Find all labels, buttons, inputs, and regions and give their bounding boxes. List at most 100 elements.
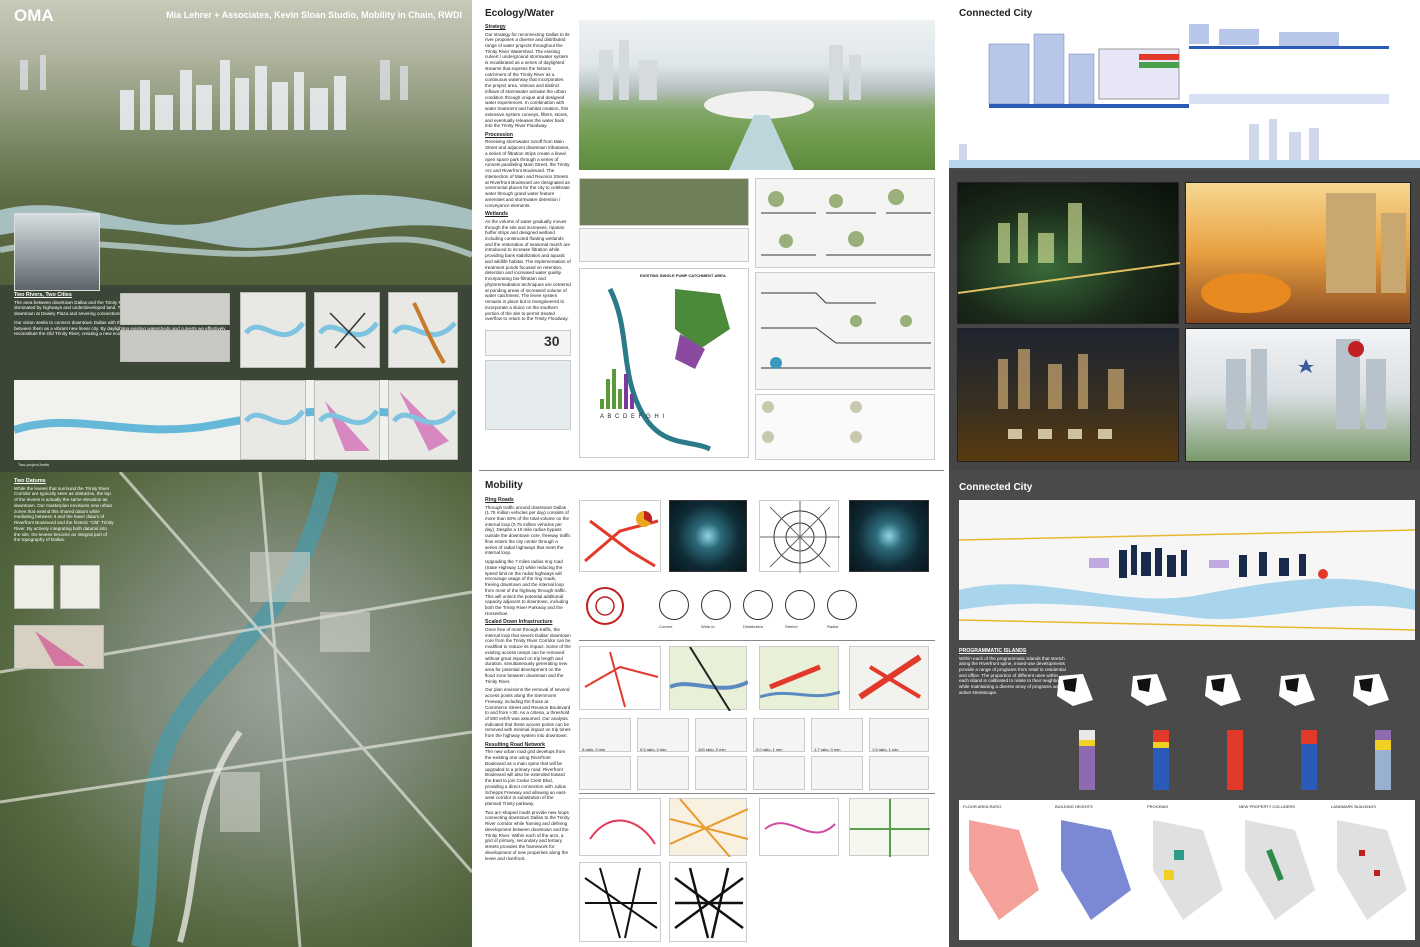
ring-label-5: Radial <box>827 624 839 629</box>
scale-label-4: 2.0 ratio, 1 min <box>756 747 783 752</box>
two-datums-heading: Two Datums <box>14 478 46 484</box>
scale-grid-11 <box>811 756 863 790</box>
sketch-map-1 <box>120 293 230 325</box>
scale-grid-7 <box>579 756 631 790</box>
ring-roads-heading: Ring Roads <box>485 497 514 503</box>
island-plan-3 <box>1205 674 1241 706</box>
program-bar-5 <box>1375 730 1391 790</box>
analysis-maps: FLOOR AREA RATIO BUILDING HEIGHTS PROGRA… <box>959 800 1415 940</box>
resulting-body2: Two arc-shaped roads provide new loops c… <box>485 809 570 861</box>
colliders-label: NEW PROPERTY COLLIDERS <box>1239 804 1296 809</box>
scaled-down-heading: Scaled Down Infrastructure <box>485 619 553 626</box>
connected-city-title-top: Connected City <box>959 8 1033 19</box>
chart-letters: A B C D E F G H I <box>600 414 666 420</box>
scale-label-5: 1.7 ratio, 0 min <box>814 747 841 752</box>
sketch-map-2 <box>120 330 230 362</box>
scale-grid-12 <box>869 756 929 790</box>
scale-grid-10 <box>753 756 805 790</box>
wetlands-heading: Wetlands <box>485 211 508 218</box>
scale-label-2: 0.5 ratio, 0 min <box>640 747 667 752</box>
ring-road-map <box>579 500 661 572</box>
diagram-map-1 <box>240 292 306 368</box>
heights-label: BUILDING HEIGHTS <box>1055 804 1093 809</box>
road-tree-1 <box>579 862 661 942</box>
ring-roads-body2: Upgrading the 7 miles radius ring road (… <box>485 559 569 616</box>
satellite-plan <box>0 469 472 947</box>
scaled-map-1 <box>579 646 661 710</box>
program-bar-1 <box>1079 730 1095 790</box>
ring-label-4: Stretch <box>785 624 798 629</box>
islands-heading: PROGRAMMATIC ISLANDS <box>959 648 1027 654</box>
diagram-map-3 <box>388 292 458 368</box>
diagram-map-5 <box>314 380 380 460</box>
strip-caption: Two-project-limits <box>18 462 50 467</box>
diagram-map-2 <box>314 292 380 368</box>
board-oma: OMA Mia Lehrer + Associates, Kevin Sloan… <box>0 0 472 947</box>
skyline-graphic <box>20 55 408 130</box>
scale-grid-1: 0 ratio, 0 min <box>579 718 631 752</box>
ring-diagram-3 <box>743 590 773 620</box>
scaled-down-body2: Our plan envisions the removal of severa… <box>485 687 571 739</box>
network-map-2 <box>669 798 749 858</box>
water-photo <box>485 360 571 430</box>
ring-label-3: Distribution <box>743 624 764 629</box>
scaled-map-4 <box>849 646 929 710</box>
scale-grid-9 <box>695 756 747 790</box>
scale-label-1: 0 ratio, 0 min <box>582 747 606 752</box>
ring-diagram-5 <box>827 590 857 620</box>
program-bar-2 <box>1153 730 1169 790</box>
ring-diagram-4 <box>785 590 815 620</box>
scaled-map-2 <box>669 646 749 712</box>
scaled-map-3 <box>759 646 841 710</box>
resulting-heading: Resulting Road Network <box>485 741 545 748</box>
scale-grid-6: 1.5 ratio, 1 min <box>869 718 929 752</box>
landmarks-label: LANDMARK BUILDINGS <box>1331 804 1376 809</box>
strategy-heading: Strategy <box>485 24 506 30</box>
program-label: PROGRAM <box>1147 804 1168 809</box>
network-map-1 <box>579 798 661 856</box>
ring-label-2: Wide-in <box>701 624 715 629</box>
connected-city-elevations: Connected City <box>949 0 1420 168</box>
ring-icon-large <box>579 582 631 630</box>
island-plan-4 <box>1279 674 1315 706</box>
typology-legend <box>755 394 935 460</box>
datum-diagram-3 <box>14 625 104 669</box>
wetlands-body: As the volume of water gradually moves t… <box>485 218 571 322</box>
traffic-heatmap-2 <box>849 500 929 572</box>
far-label: FLOOR AREA RATIO <box>963 804 1002 809</box>
program-bar-4 <box>1301 730 1317 790</box>
island-plan-5 <box>1353 674 1389 706</box>
mobility-divider-1 <box>579 640 935 641</box>
two-datums-text: Two Datums While the levees that surroun… <box>14 478 114 543</box>
wetland-section <box>579 228 749 262</box>
ring-grid-map <box>759 500 840 573</box>
team-credits: Mia Lehrer + Associates, Kevin Sloan Stu… <box>166 10 462 20</box>
connected-city-title-mid: Connected City <box>959 482 1033 493</box>
datum-diagram-2 <box>60 565 100 609</box>
levee-sections <box>755 272 935 390</box>
number-graphic: 30 <box>485 330 571 356</box>
scale-grid-3: 100 ratio, 0 min <box>695 718 747 752</box>
island-plan-1 <box>1057 674 1093 706</box>
scale-grid-4: 2.0 ratio, 1 min <box>753 718 805 752</box>
strategy-body: Our strategy for reconnecting Dallas to … <box>485 31 570 129</box>
night-rendering-1 <box>957 182 1181 324</box>
wetland-photo <box>579 178 749 226</box>
big-number: 30 <box>544 333 560 349</box>
mobility-divider-2 <box>579 793 935 794</box>
night-rendering-2 <box>957 328 1179 462</box>
connected-city-renderings <box>949 170 1420 470</box>
catchment-label: EXISTING SINGLE PUMP CATCHMENT AREA <box>640 273 726 278</box>
procession-body: Receiving stormwater runoff from Main St… <box>485 139 570 208</box>
diagram-map-6 <box>388 380 458 460</box>
program-bar-3 <box>1227 730 1243 790</box>
section-divider <box>479 470 944 471</box>
board-connected-city: Connected City Connected City PROGRAMMAT… <box>949 0 1420 947</box>
firm-title: OMA <box>14 6 54 25</box>
master-plan-map <box>958 500 1416 640</box>
scale-grid-2: 0.5 ratio, 0 min <box>637 718 689 752</box>
ecology-title: Ecology/Water <box>485 8 555 19</box>
datum-diagram-1 <box>14 565 54 609</box>
two-datums-p1: While the levees that surround the Trini… <box>14 485 114 543</box>
waterway-rendering <box>579 20 935 170</box>
